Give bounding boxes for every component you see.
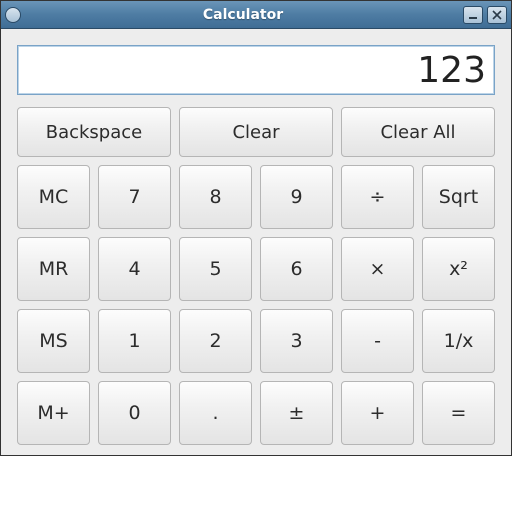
memory-recall-button[interactable]: MR <box>17 237 90 301</box>
window-controls <box>463 6 507 24</box>
calculator-window: Calculator 123 Backspace Clear Clear All <box>0 0 512 456</box>
top-row: Backspace Clear Clear All <box>17 107 495 157</box>
digit-0-button[interactable]: 0 <box>98 381 171 445</box>
reciprocal-button[interactable]: 1/x <box>422 309 495 373</box>
calculator-body: 123 Backspace Clear Clear All MC 7 8 9 ÷… <box>1 29 511 455</box>
digit-9-button[interactable]: 9 <box>260 165 333 229</box>
subtract-button[interactable]: - <box>341 309 414 373</box>
memory-store-button[interactable]: MS <box>17 309 90 373</box>
window-menu-icon[interactable] <box>5 7 21 23</box>
window-title: Calculator <box>23 7 463 23</box>
divide-button[interactable]: ÷ <box>341 165 414 229</box>
memory-clear-button[interactable]: MC <box>17 165 90 229</box>
close-button[interactable] <box>487 6 507 24</box>
backspace-button[interactable]: Backspace <box>17 107 171 157</box>
digit-1-button[interactable]: 1 <box>98 309 171 373</box>
digit-8-button[interactable]: 8 <box>179 165 252 229</box>
clear-all-button[interactable]: Clear All <box>341 107 495 157</box>
square-button[interactable]: x² <box>422 237 495 301</box>
equals-button[interactable]: = <box>422 381 495 445</box>
digit-4-button[interactable]: 4 <box>98 237 171 301</box>
keypad: MC 7 8 9 ÷ Sqrt MR 4 5 6 × x² MS 1 2 3 -… <box>17 165 495 445</box>
close-icon <box>492 10 502 20</box>
digit-7-button[interactable]: 7 <box>98 165 171 229</box>
digit-5-button[interactable]: 5 <box>179 237 252 301</box>
multiply-button[interactable]: × <box>341 237 414 301</box>
memory-add-button[interactable]: M+ <box>17 381 90 445</box>
digit-3-button[interactable]: 3 <box>260 309 333 373</box>
decimal-button[interactable]: . <box>179 381 252 445</box>
add-button[interactable]: + <box>341 381 414 445</box>
clear-button[interactable]: Clear <box>179 107 333 157</box>
display[interactable]: 123 <box>17 45 495 95</box>
sqrt-button[interactable]: Sqrt <box>422 165 495 229</box>
titlebar: Calculator <box>1 1 511 29</box>
digit-6-button[interactable]: 6 <box>260 237 333 301</box>
minimize-button[interactable] <box>463 6 483 24</box>
minimize-icon <box>468 10 478 20</box>
plus-minus-button[interactable]: ± <box>260 381 333 445</box>
digit-2-button[interactable]: 2 <box>179 309 252 373</box>
